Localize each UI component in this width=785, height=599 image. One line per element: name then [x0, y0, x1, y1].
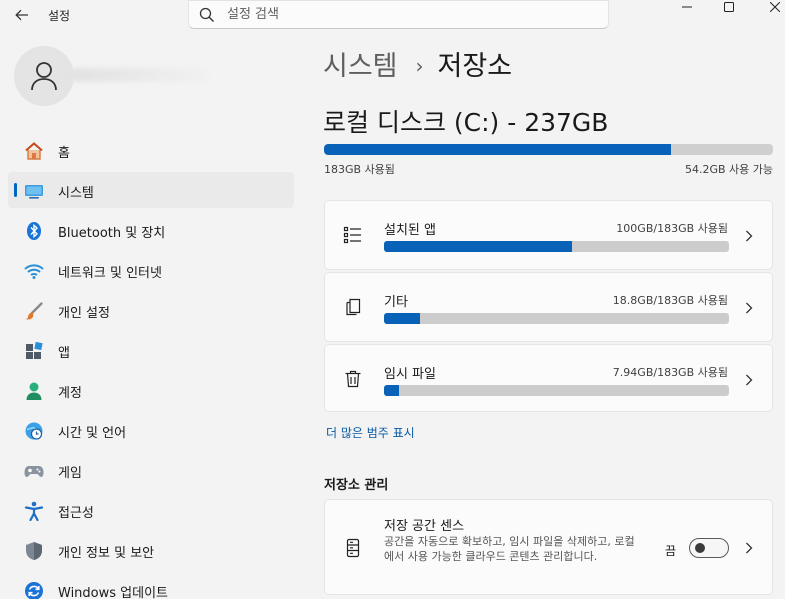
- sidebar-item-label: 시스템: [58, 186, 94, 201]
- show-more-categories-link[interactable]: 더 많은 범주 표시: [326, 424, 415, 441]
- sidebar-item-label: 접근성: [58, 506, 94, 521]
- minimize-icon: [682, 6, 692, 8]
- sidebar-item-label: 계정: [58, 386, 82, 401]
- back-arrow-icon: [15, 9, 28, 21]
- storage-management-header: 저장소 관리: [324, 478, 389, 493]
- trash-icon: [343, 369, 363, 389]
- category-usage: 100GB/183GB 사용됨: [616, 222, 728, 235]
- breadcrumb-separator: ›: [415, 54, 424, 78]
- close-icon: [770, 2, 780, 12]
- disk-usage-fill: [324, 144, 671, 155]
- category-card-temporary-files[interactable]: 임시 파일 7.94GB/183GB 사용됨: [324, 344, 773, 412]
- system-icon: [24, 181, 44, 201]
- bluetooth-icon: [24, 221, 44, 241]
- user-icon: [31, 62, 57, 91]
- category-usage: 18.8GB/183GB 사용됨: [612, 294, 728, 307]
- maximize-button[interactable]: [709, 0, 749, 14]
- title-bar: 설정: [0, 0, 785, 30]
- accessibility-icon: [24, 501, 44, 521]
- sidebar-item-personalization[interactable]: 개인 설정: [8, 292, 294, 328]
- apps-icon: [24, 341, 44, 361]
- chevron-right-icon: [744, 541, 754, 555]
- sidebar-item-label: 개인 정보 및 보안: [58, 546, 155, 561]
- storage-sense-card[interactable]: 저장 공간 센스 공간을 자동으로 확보하고, 임시 파일을 삭제하고, 로컬에…: [324, 499, 773, 595]
- category-title: 임시 파일: [384, 367, 436, 382]
- chevron-right-icon: [744, 301, 754, 315]
- sidebar-item-label: 앱: [58, 346, 70, 361]
- category-card-installed-apps[interactable]: 설치된 앱 100GB/183GB 사용됨: [324, 200, 773, 270]
- category-card-other[interactable]: 기타 18.8GB/183GB 사용됨: [324, 272, 773, 342]
- sidebar-item-label: 네트워크 및 인터넷: [58, 266, 162, 281]
- app-title: 설정: [48, 9, 71, 23]
- wifi-icon: [24, 261, 44, 281]
- sidebar-item-apps[interactable]: 앱: [8, 332, 294, 368]
- search-icon: [199, 7, 214, 22]
- sidebar-item-network[interactable]: 네트워크 및 인터넷: [8, 252, 294, 288]
- sidebar-item-bluetooth[interactable]: Bluetooth 및 장치: [8, 212, 294, 248]
- search-box[interactable]: [188, 0, 609, 29]
- category-usage-fill: [384, 241, 573, 252]
- breadcrumb: 시스템 › 저장소: [323, 44, 512, 83]
- category-title: 기타: [384, 295, 408, 310]
- sidebar-item-accounts[interactable]: 계정: [8, 372, 294, 408]
- globe-clock-icon: [24, 421, 44, 441]
- sidebar-item-label: 홈: [58, 146, 70, 161]
- avatar[interactable]: [14, 46, 74, 106]
- category-usage: 7.94GB/183GB 사용됨: [612, 366, 728, 379]
- toggle-knob: [695, 543, 705, 553]
- list-icon: [343, 225, 363, 245]
- back-button[interactable]: [4, 0, 40, 30]
- drive-icon: [343, 538, 363, 558]
- disk-usage-bar: [324, 144, 773, 155]
- storage-sense-description: 공간을 자동으로 확보하고, 임시 파일을 삭제하고, 로컬에서 사용 가능한 …: [384, 535, 635, 563]
- category-usage-fill: [384, 313, 420, 324]
- account-icon: [24, 381, 44, 401]
- shield-icon: [24, 541, 44, 561]
- sidebar-item-accessibility[interactable]: 접근성: [8, 492, 294, 528]
- user-name-redacted: [70, 68, 208, 82]
- sidebar-nav: 홈 시스템 Bluetooth 및 장치 네트워크 및 인터넷 개인 설정 앱: [8, 132, 294, 599]
- category-usage-bar: [384, 313, 729, 324]
- sidebar-item-label: Bluetooth 및 장치: [58, 226, 166, 241]
- brush-icon: [24, 301, 44, 321]
- files-icon: [343, 297, 363, 317]
- chevron-right-icon: [744, 229, 754, 243]
- sidebar-item-privacy-security[interactable]: 개인 정보 및 보안: [8, 532, 294, 568]
- category-usage-bar: [384, 385, 729, 396]
- sidebar-item-label: 시간 및 언어: [58, 426, 127, 441]
- sidebar-item-label: Windows 업데이트: [58, 586, 169, 599]
- breadcrumb-parent[interactable]: 시스템: [323, 44, 398, 83]
- gamepad-icon: [24, 461, 44, 481]
- storage-sense-title: 저장 공간 센스: [384, 519, 465, 534]
- chevron-right-icon: [744, 373, 754, 387]
- sidebar-item-gaming[interactable]: 게임: [8, 452, 294, 488]
- sidebar-item-label: 게임: [58, 466, 82, 481]
- sidebar-item-label: 개인 설정: [58, 306, 110, 321]
- disk-free-label: 54.2GB 사용 가능: [684, 163, 773, 176]
- page-title: 저장소: [437, 51, 513, 82]
- minimize-button[interactable]: [667, 0, 707, 14]
- category-title: 설치된 앱: [384, 223, 436, 238]
- sidebar-item-home[interactable]: 홈: [8, 132, 294, 168]
- storage-sense-toggle[interactable]: [689, 538, 729, 558]
- search-input[interactable]: [227, 7, 587, 22]
- toggle-state-label: 끔: [665, 544, 677, 558]
- maximize-icon: [724, 2, 734, 12]
- sidebar-item-time-language[interactable]: 시간 및 언어: [8, 412, 294, 448]
- disk-used-label: 183GB 사용됨: [324, 163, 395, 176]
- category-usage-fill: [384, 385, 399, 396]
- disk-title: 로컬 디스크 (C:) - 237GB: [323, 108, 609, 137]
- sidebar-item-system[interactable]: 시스템: [8, 172, 294, 208]
- close-button[interactable]: [755, 0, 785, 14]
- home-icon: [24, 141, 44, 161]
- update-icon: [24, 581, 44, 599]
- category-usage-bar: [384, 241, 729, 252]
- sidebar-item-windows-update[interactable]: Windows 업데이트: [8, 572, 294, 599]
